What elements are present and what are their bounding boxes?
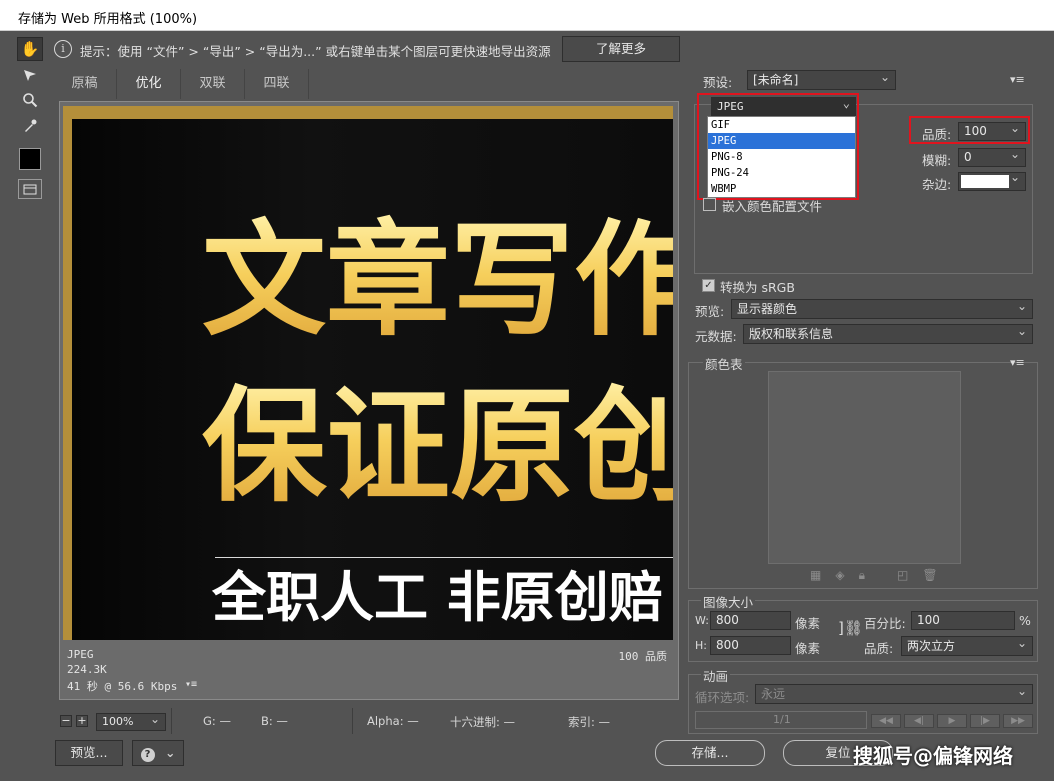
status-alpha: Alpha: — (367, 714, 419, 728)
preview-label: 预览: (695, 304, 725, 319)
eyedropper-icon[interactable] (17, 114, 43, 138)
preview-in-browser-button[interactable]: 预览... (55, 740, 123, 766)
percent-label: 百分比: (864, 616, 906, 631)
color-table-swatches[interactable] (768, 371, 961, 564)
web-shift-icon[interactable]: ◈ (835, 568, 858, 582)
tab-original[interactable]: 原稿 (53, 69, 117, 99)
width-label: W: (695, 614, 709, 627)
toggle-slices-icon[interactable] (18, 179, 42, 199)
animation-title: 动画 (701, 666, 731, 685)
image-size-title: 图像大小 (701, 592, 756, 611)
hand-tool-icon[interactable]: ✋ (17, 37, 43, 61)
tab-4up[interactable]: 四联 (245, 69, 309, 99)
height-label: H: (695, 639, 707, 652)
eyedropper-color-swatch[interactable] (19, 148, 41, 170)
zoom-in-button[interactable]: + (76, 715, 88, 727)
status-b: B: — (261, 714, 288, 728)
convert-srgb-label: 转换为 sRGB (720, 280, 795, 295)
info-icon: i (54, 40, 72, 58)
quality-highlight-box (909, 116, 1030, 144)
preset-select[interactable]: [未命名] (747, 70, 896, 90)
matte-color-swatch (961, 175, 1009, 188)
color-table-icons: ▦◈🔒︎ ◰🗑︎ (810, 568, 952, 583)
view-tabs: 原稿 优化 双联 四联 (53, 69, 682, 99)
height-input[interactable]: 800 (710, 636, 791, 655)
matte-select[interactable] (958, 172, 1026, 191)
matte-label: 杂边: (922, 177, 952, 192)
status-g: G: — (203, 714, 231, 728)
learn-more-button[interactable]: 了解更多 (562, 36, 680, 62)
status-hex: 十六进制: — (450, 715, 516, 729)
new-color-icon[interactable]: ◰ (897, 568, 922, 582)
info-menu-icon[interactable]: ▾≡ (185, 679, 197, 690)
width-input[interactable]: 800 (710, 611, 791, 630)
height-unit: 像素 (795, 641, 821, 656)
zoom-out-button[interactable]: − (60, 715, 72, 727)
preview-color-select[interactable]: 显示器颜色 (731, 299, 1033, 319)
title-bar: 存储为 Web 所用格式 (100%) (0, 0, 1054, 31)
frame-counter: 1/1 (773, 713, 791, 726)
blur-label: 模糊: (922, 153, 952, 168)
tab-2up[interactable]: 双联 (181, 69, 245, 99)
info-quality: 100 品质 (618, 650, 668, 663)
map-colors-icon[interactable]: ▦ (810, 568, 835, 582)
watermark-text: 搜狐号@偏锋网络 (853, 744, 1013, 768)
prev-frame-button[interactable]: ◀| (904, 714, 934, 728)
info-size: 224.3K (67, 663, 107, 676)
hint-bar: i 提示：使用 “文件” > “导出” > “导出为...” 或右键单击某个图层… (46, 34, 686, 64)
preview-image[interactable]: 文章写作 保证原创 全职人工 非原创赔 (63, 106, 673, 640)
play-button[interactable]: ▶ (937, 714, 967, 728)
resample-label: 品质: (864, 641, 894, 656)
link-constrain-icon[interactable]: ]⛓︎ (838, 619, 863, 637)
preview-info: JPEG 224.3K 41 秒 @ 56.6 Kbps ▾≡ 100 品质 (63, 645, 673, 697)
status-bar: − + 100% G: — B: — Alpha: — 十六进制: — 索引: … (46, 708, 686, 734)
color-table-menu-icon[interactable]: ▾≡ (1010, 356, 1025, 369)
status-index: 索引: — (568, 715, 611, 729)
preview-image-content: 文章写作 保证原创 全职人工 非原创赔 (72, 119, 673, 640)
percent-input[interactable]: 100 (911, 611, 1015, 630)
convert-srgb-checkbox[interactable]: ✓ (702, 279, 715, 292)
info-time: 41 秒 @ 56.6 Kbps (67, 680, 178, 693)
resample-select[interactable]: 两次立方 (901, 636, 1033, 656)
last-frame-button[interactable]: ▶▶ (1003, 714, 1033, 728)
preset-menu-icon[interactable]: ▾≡ (1010, 73, 1025, 86)
width-unit: 像素 (795, 616, 821, 631)
preview-subline: 全职人工 非原创赔 (212, 566, 663, 629)
browser-help-icon: ? (140, 748, 155, 762)
save-button[interactable]: 存储... (655, 740, 765, 766)
tab-optimized[interactable]: 优化 (117, 69, 181, 99)
chevron-down-icon: ⌄ (164, 745, 176, 760)
preview-headline-2: 保证原创 (202, 377, 673, 517)
embed-profile-checkbox[interactable] (703, 198, 716, 211)
delete-color-icon[interactable]: 🗑︎ (922, 568, 951, 582)
first-frame-button[interactable]: ◀◀ (871, 714, 901, 728)
format-highlight-box (697, 93, 859, 200)
blur-input[interactable]: 0 (958, 148, 1026, 167)
browser-select-button[interactable]: ? ⌄ (132, 740, 184, 766)
percent-unit: % (1019, 613, 1031, 628)
metadata-label: 元数据: (695, 329, 737, 344)
preview-divider (215, 557, 673, 558)
slice-select-icon[interactable] (17, 63, 43, 87)
tool-bar: ✋ (0, 31, 46, 781)
loop-label: 循环选项: (695, 690, 750, 705)
preview-headline-1: 文章写作 (202, 211, 673, 351)
hint-text: 提示：使用 “文件” > “导出” > “导出为...” 或右键单击某个图层可更… (80, 44, 551, 59)
zoom-icon[interactable] (17, 88, 43, 112)
window-title: 存储为 Web 所用格式 (100%) (18, 12, 198, 27)
loop-select[interactable]: 永远 (755, 684, 1033, 704)
embed-profile-label: 嵌入颜色配置文件 (722, 199, 823, 214)
zoom-select[interactable]: 100% (96, 713, 166, 731)
metadata-select[interactable]: 版权和联系信息 (743, 324, 1033, 344)
color-table-title: 颜色表 (703, 354, 745, 373)
info-format: JPEG (67, 648, 94, 661)
lock-color-icon[interactable]: 🔒︎ (859, 568, 879, 582)
next-frame-button[interactable]: |▶ (970, 714, 1000, 728)
preset-label: 预设: (703, 75, 733, 90)
